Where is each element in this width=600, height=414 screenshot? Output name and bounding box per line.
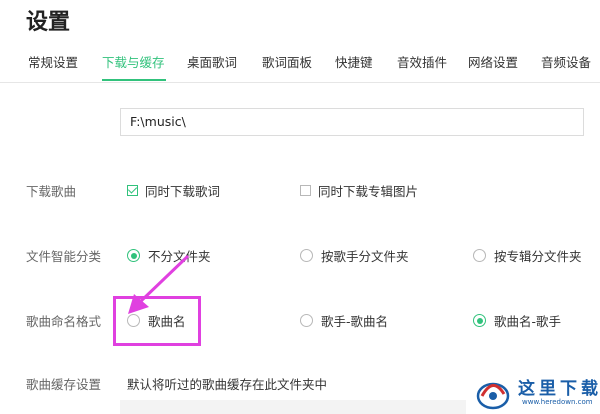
naming-songname-artist-label: 歌曲名-歌手	[494, 314, 562, 329]
naming-songname-artist-radio[interactable]	[473, 314, 486, 327]
tab-audio-device[interactable]: 音频设备	[541, 52, 591, 71]
classify-none-radio[interactable]	[127, 249, 140, 262]
smart-classify-label: 文件智能分类	[26, 249, 102, 264]
tab-lyrics-panel[interactable]: 歌词面板	[262, 52, 312, 71]
naming-artist-songname-radio[interactable]	[300, 314, 313, 327]
download-lyrics-checkbox[interactable]	[127, 184, 138, 196]
watermark-text: 这里下载	[518, 379, 600, 399]
annotation-highlight-box	[113, 296, 201, 346]
naming-artist-songname-label: 歌手-歌曲名	[321, 314, 389, 329]
tab-sound-plugins[interactable]: 音效插件	[397, 52, 447, 71]
naming-format-label: 歌曲命名格式	[26, 314, 102, 329]
cache-settings-label: 歌曲缓存设置	[26, 377, 102, 392]
classify-album-label: 按专辑分文件夹	[494, 249, 582, 264]
cache-dir-input[interactable]	[120, 400, 470, 414]
cache-description: 默认将听过的歌曲缓存在此文件夹中	[127, 377, 328, 392]
download-dir-value: F:\music\	[130, 114, 186, 129]
settings-tabs: 常规设置 下载与缓存 桌面歌词 歌词面板 快捷键 音效插件 网络设置 音频设备	[0, 46, 600, 83]
tab-general[interactable]: 常规设置	[28, 52, 78, 71]
page-title: 设置	[26, 10, 71, 35]
classify-album-radio[interactable]	[473, 249, 486, 262]
watermark-emblem-icon	[476, 382, 510, 410]
tab-download-cache[interactable]: 下载与缓存	[102, 52, 165, 71]
download-cover-checkbox[interactable]	[300, 185, 311, 196]
active-tab-indicator	[102, 79, 166, 81]
classify-none-label: 不分文件夹	[148, 249, 211, 264]
tab-network[interactable]: 网络设置	[468, 52, 518, 71]
download-dir-input[interactable]: F:\music\	[120, 108, 584, 136]
naming-artist-songname-option[interactable]: 歌手-歌曲名	[300, 311, 388, 330]
download-songs-label: 下载歌曲	[26, 184, 77, 199]
classify-artist-radio[interactable]	[300, 249, 313, 262]
tab-desktop-lyrics[interactable]: 桌面歌词	[187, 52, 237, 71]
download-cover-label: 同时下载专辑图片	[318, 184, 419, 199]
classify-artist-option[interactable]: 按歌手分文件夹	[300, 246, 409, 265]
download-cover-option[interactable]: 同时下载专辑图片	[300, 181, 418, 200]
classify-album-option[interactable]: 按专辑分文件夹	[473, 246, 582, 265]
naming-songname-artist-option[interactable]: 歌曲名-歌手	[473, 311, 561, 330]
tab-shortcuts[interactable]: 快捷键	[335, 52, 373, 71]
classify-artist-label: 按歌手分文件夹	[321, 249, 409, 264]
classify-none-option[interactable]: 不分文件夹	[127, 246, 211, 265]
watermark-url: www.heredown.com	[522, 398, 593, 406]
download-lyrics-option[interactable]: 同时下载歌词	[127, 181, 220, 200]
download-lyrics-label: 同时下载歌词	[145, 184, 221, 199]
watermark-logo: 这里下载 www.heredown.com	[466, 368, 600, 414]
